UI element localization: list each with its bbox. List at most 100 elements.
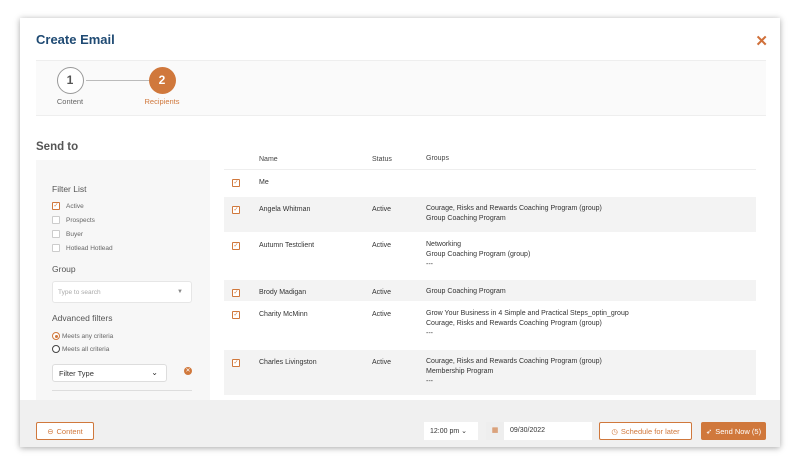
- checkbox-checked-icon: ✓: [232, 242, 240, 250]
- chevron-down-icon: ⌄: [151, 368, 158, 377]
- checkbox-checked-icon: ✓: [52, 202, 60, 210]
- group-name: Courage, Risks and Rewards Coaching Prog…: [426, 320, 602, 327]
- filter-prospects-checkbox[interactable]: Prospects: [52, 216, 95, 224]
- radio-label: Meets all criteria: [62, 345, 110, 353]
- table-row[interactable]: ✓ Brody Madigan Active Group Coaching Pr…: [224, 280, 756, 302]
- filter-hotlead-checkbox[interactable]: Hotlead Hotlead: [52, 244, 113, 252]
- advanced-filters-heading: Advanced filters: [52, 313, 113, 323]
- step-number: 2: [148, 67, 176, 94]
- checkbox-icon: [52, 244, 60, 252]
- recipient-name: Charles Livingston: [259, 359, 317, 366]
- header-name[interactable]: Name: [259, 156, 278, 163]
- recipient-status: Active: [372, 242, 392, 249]
- group-name: Group Coaching Program (group): [426, 251, 531, 258]
- checkbox-checked-icon: ✓: [232, 289, 240, 297]
- filter-list-heading: Filter List: [52, 184, 87, 194]
- footer-bar: ⊖ Content 12:00 pm ⌄ ▦ 09/30/2022 ◷ Schedul…: [20, 400, 780, 447]
- filter-buyer-checkbox[interactable]: Buyer: [52, 230, 83, 238]
- recipient-groups: Networking Group Coaching Program (group)…: [426, 240, 530, 270]
- remove-filter-icon[interactable]: ✕: [184, 367, 192, 375]
- row-checkbox[interactable]: ✓: [232, 242, 240, 250]
- filter-active-checkbox[interactable]: ✓ Active: [52, 202, 84, 210]
- checkbox-checked-icon: ✓: [232, 311, 240, 319]
- calendar-icon: ▦: [486, 422, 504, 440]
- row-checkbox[interactable]: ✓: [232, 289, 240, 297]
- checkbox-icon: [52, 216, 60, 224]
- recipients-table: Name Status Groups ✓ Me ✓ Angela Whitman…: [224, 154, 756, 396]
- row-checkbox[interactable]: ✓: [232, 206, 240, 214]
- table-row[interactable]: ✓ Autumn Testclient Active Networking Gro…: [224, 233, 756, 280]
- stepper: 1 Content 2 Recipients: [36, 60, 766, 116]
- group-name: ---: [426, 378, 433, 385]
- recipient-name: Autumn Testclient: [259, 242, 315, 249]
- checkbox-label: Buyer: [66, 230, 83, 238]
- clock-icon: ◷: [611, 426, 618, 436]
- group-name: Grow Your Business in 4 Simple and Pract…: [426, 310, 629, 317]
- button-label: Content: [56, 426, 83, 436]
- radio-meets-all[interactable]: Meets all criteria: [52, 345, 109, 353]
- recipient-status: Active: [372, 359, 392, 366]
- radio-icon: [52, 345, 60, 353]
- filter-type-select[interactable]: Filter Type ⌄: [52, 364, 167, 382]
- step-content[interactable]: 1 Content: [40, 67, 100, 106]
- modal-title: Create Email: [36, 32, 115, 47]
- header-status[interactable]: Status: [372, 156, 392, 163]
- time-select[interactable]: 12:00 pm ⌄: [424, 422, 478, 440]
- back-to-content-button[interactable]: ⊖ Content: [36, 422, 94, 440]
- select-value: Filter Type: [59, 369, 94, 378]
- recipient-name: Angela Whitman: [259, 206, 311, 213]
- table-row[interactable]: ✓ Me: [224, 170, 756, 197]
- group-name: Group Coaching Program: [426, 288, 506, 295]
- checkbox-icon: [52, 230, 60, 238]
- section-title: Send to: [36, 141, 79, 153]
- create-email-modal: Create Email ✕ 1 Content 2 Recipients Se…: [20, 18, 780, 447]
- radio-selected-icon: [52, 332, 60, 340]
- checkbox-label: Active: [66, 202, 84, 210]
- button-label: Schedule for later: [620, 426, 680, 436]
- date-value: 09/30/2022: [510, 427, 546, 434]
- send-now-button[interactable]: ➶ Send Now (5): [701, 422, 766, 440]
- group-label: Group: [52, 264, 76, 274]
- arrow-left-circle-icon: ⊖: [47, 426, 54, 436]
- paper-plane-icon: ➶: [705, 426, 713, 436]
- step-label: Content: [56, 97, 84, 106]
- row-checkbox[interactable]: ✓: [232, 359, 240, 367]
- table-row[interactable]: ✓ Charity McMinn Active Grow Your Busine…: [224, 302, 756, 350]
- chevron-down-icon: ⌄: [461, 428, 468, 435]
- group-search-input[interactable]: Type to search ▼: [52, 281, 192, 303]
- recipient-status: Active: [372, 289, 392, 296]
- table-row[interactable]: ✓ Angela Whitman Active Courage, Risks a…: [224, 197, 756, 233]
- radio-label: Meets any criteria: [62, 332, 114, 340]
- time-value: 12:00 pm: [430, 428, 460, 435]
- checkbox-label: Prospects: [66, 216, 95, 224]
- checkbox-checked-icon: ✓: [232, 206, 240, 214]
- group-name: Networking: [426, 241, 462, 248]
- checkbox-checked-icon: ✓: [232, 179, 240, 187]
- row-checkbox[interactable]: ✓: [232, 311, 240, 319]
- recipient-name: Brody Madigan: [259, 289, 307, 296]
- table-row[interactable]: ✓ Charles Livingston Active Courage, Ris…: [224, 350, 756, 396]
- group-name: Group Coaching Program: [426, 215, 506, 222]
- recipient-groups: Grow Your Business in 4 Simple and Pract…: [426, 309, 629, 339]
- group-name: Membership Program: [426, 368, 494, 375]
- close-icon[interactable]: ✕: [755, 32, 768, 50]
- radio-meets-any[interactable]: Meets any criteria: [52, 332, 113, 340]
- step-recipients[interactable]: 2 Recipients: [132, 67, 192, 106]
- recipient-groups: Group Coaching Program: [426, 287, 506, 297]
- step-number: 1: [56, 67, 84, 94]
- recipient-groups: Courage, Risks and Rewards Coaching Prog…: [426, 357, 602, 387]
- row-checkbox[interactable]: ✓: [232, 179, 240, 187]
- recipient-status: Active: [372, 206, 392, 213]
- schedule-later-button[interactable]: ◷ Schedule for later: [599, 422, 692, 440]
- filter-sidebar: Filter List ✓ Active Prospects Buyer Hotl…: [36, 160, 210, 400]
- header-groups[interactable]: Groups: [426, 154, 449, 164]
- recipient-name: Charity McMinn: [259, 311, 308, 318]
- step-label: Recipients: [144, 97, 180, 106]
- divider: [52, 390, 192, 391]
- group-name: Courage, Risks and Rewards Coaching Prog…: [426, 358, 602, 365]
- search-placeholder: Type to search: [58, 289, 101, 296]
- date-input[interactable]: ▦ 09/30/2022: [486, 422, 592, 440]
- group-name: ---: [426, 330, 433, 337]
- group-name: ---: [426, 261, 433, 268]
- caret-down-icon: ▼: [177, 289, 183, 295]
